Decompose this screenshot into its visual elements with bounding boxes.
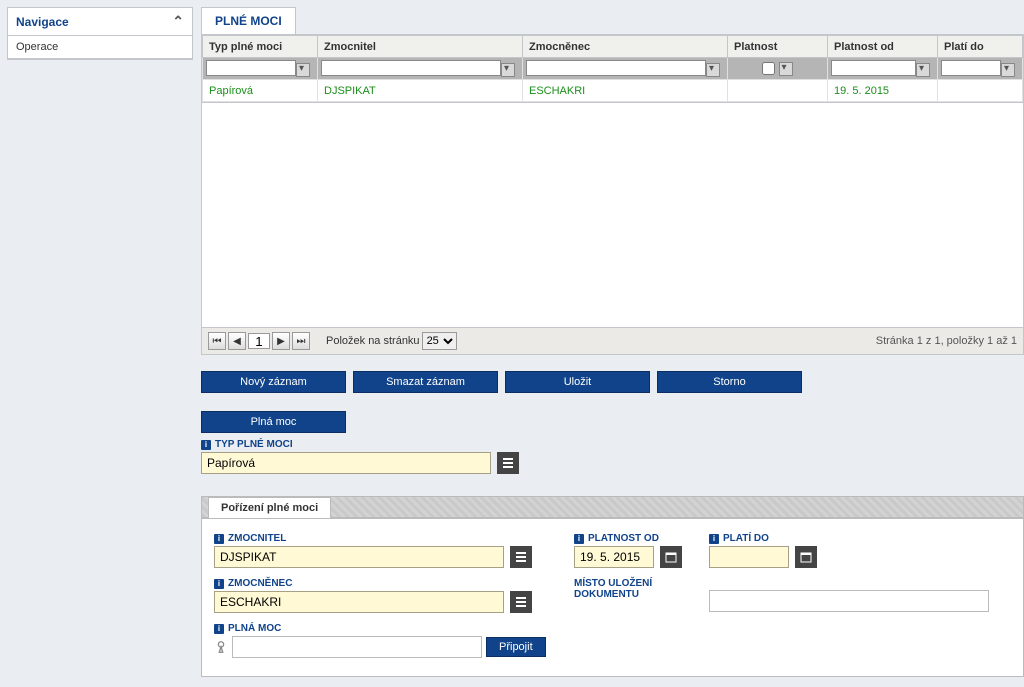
filter-icon[interactable] [501, 63, 515, 77]
data-grid: Typ plné moci Zmocnitel Zmocněnec Platno… [202, 35, 1023, 102]
grid-wrapper: Typ plné moci Zmocnitel Zmocněnec Platno… [201, 34, 1024, 103]
calendar-button[interactable] [795, 546, 817, 568]
col-header-platnost-od[interactable]: Platnost od [828, 36, 938, 58]
filter-input-typ[interactable] [206, 60, 296, 76]
section-header-row: Plná moc [201, 411, 1024, 433]
col-header-plati-do[interactable]: Platí do [938, 36, 1023, 58]
storno-button[interactable]: Storno [657, 371, 802, 393]
grid-empty-area [201, 103, 1024, 328]
grid-filter-row [203, 58, 1023, 80]
cell-zmocnenec: ESCHAKRI [523, 80, 728, 102]
field-label-zmocnitel: i ZMOCNITEL [214, 533, 554, 544]
typ-plne-moci-input[interactable] [201, 452, 491, 474]
ulozit-button[interactable]: Uložit [505, 371, 650, 393]
inner-tab-porizeni[interactable]: Pořízení plné moci [208, 497, 331, 518]
zmocnitel-input[interactable] [214, 546, 504, 568]
filter-input-zmocnitel[interactable] [321, 60, 501, 76]
novy-zaznam-button[interactable]: Nový záznam [201, 371, 346, 393]
plna-moc-section-button[interactable]: Plná moc [201, 411, 346, 433]
sidebar-item-operace[interactable]: Operace [8, 36, 192, 59]
field-label-plati-do: i PLATÍ DO [709, 533, 1011, 544]
chevron-up-icon: ⌃ [172, 13, 184, 30]
field-label-platnost-od: i PLATNOST OD [574, 533, 689, 544]
zmocnenec-input[interactable] [214, 591, 504, 613]
filter-icon[interactable] [296, 63, 310, 77]
field-label-plna-moc: i PLNÁ MOC [214, 623, 554, 634]
list-icon [515, 596, 527, 608]
tab-plne-moci[interactable]: PLNÉ MOCI [201, 7, 296, 34]
tab-label: PLNÉ MOCI [215, 14, 282, 28]
form-col-mid: i PLATNOST OD [574, 533, 689, 658]
col-header-platnost[interactable]: Platnost [728, 36, 828, 58]
form-col-right: i PLATÍ DO [709, 533, 1011, 658]
pager-next-button[interactable]: ▶ [272, 332, 290, 350]
table-row[interactable]: Papírová DJSPIKAT ESCHAKRI 19. 5. 2015 [203, 80, 1023, 102]
pripojit-button[interactable]: Připojit [486, 637, 546, 657]
cell-plati-do [938, 80, 1023, 102]
attachment-icon [214, 640, 228, 654]
filter-checkbox-platnost[interactable] [762, 62, 775, 75]
plati-do-input[interactable] [709, 546, 789, 568]
filter-input-platnost-od[interactable] [831, 60, 916, 76]
pager-prev-button[interactable]: ◀ [228, 332, 246, 350]
field-label-zmocnenec: i ZMOCNĚNEC [214, 578, 554, 589]
list-icon [515, 551, 527, 563]
lookup-button[interactable] [497, 452, 519, 474]
info-icon: i [214, 579, 224, 589]
smazat-zaznam-button[interactable]: Smazat záznam [353, 371, 498, 393]
info-icon: i [709, 534, 719, 544]
pager-per-page-select[interactable]: 25 [422, 332, 457, 350]
filter-icon[interactable] [706, 63, 720, 77]
form-col-left: i ZMOCNITEL [214, 533, 554, 658]
cell-platnost-od: 19. 5. 2015 [828, 80, 938, 102]
pager-last-button[interactable]: ⏭ [292, 332, 310, 350]
calendar-button[interactable] [660, 546, 682, 568]
field-label-typ: i TYP PLNÉ MOCI [201, 439, 1024, 450]
sidebar-header-label: Navigace [16, 15, 69, 29]
pager-per-page-label: Položek na stránku [326, 335, 420, 347]
info-icon: i [201, 440, 211, 450]
pager-page-input[interactable] [248, 333, 270, 349]
field-label-misto: MÍSTO ULOŽENÍ DOKUMENTU [574, 578, 689, 600]
filter-input-plati-do[interactable] [941, 60, 1001, 76]
pager-first-button[interactable]: ⏮ [208, 332, 226, 350]
cell-platnost [728, 80, 828, 102]
filter-icon[interactable] [779, 62, 793, 76]
sidebar: Navigace ⌃ Operace [0, 0, 193, 687]
lookup-button[interactable] [510, 546, 532, 568]
inner-tabstrip: Pořízení plné moci [201, 496, 1024, 518]
field-block-typ: i TYP PLNÉ MOCI [201, 439, 1024, 474]
platnost-od-input[interactable] [574, 546, 654, 568]
col-header-zmocnenec[interactable]: Zmocněnec [523, 36, 728, 58]
info-icon: i [574, 534, 584, 544]
sidebar-header-navigace[interactable]: Navigace ⌃ [8, 8, 192, 36]
list-icon [502, 457, 514, 469]
filter-icon[interactable] [1001, 63, 1015, 77]
action-button-row: Nový záznam Smazat záznam Uložit Storno [201, 371, 1024, 393]
cell-zmocnitel: DJSPIKAT [318, 80, 523, 102]
col-header-typ[interactable]: Typ plné moci [203, 36, 318, 58]
grid-header-row: Typ plné moci Zmocnitel Zmocněnec Platno… [203, 36, 1023, 58]
app-root: Navigace ⌃ Operace PLNÉ MOCI [0, 0, 1024, 687]
filter-icon[interactable] [916, 63, 930, 77]
calendar-icon [800, 551, 812, 563]
inner-panel: i ZMOCNITEL [201, 518, 1024, 677]
main: PLNÉ MOCI Typ plné moci Zmocnitel Zmocně… [193, 0, 1024, 687]
info-icon: i [214, 624, 224, 634]
tab-strip: PLNÉ MOCI [201, 7, 1024, 34]
misto-ulozeni-input[interactable] [709, 590, 989, 612]
filter-input-zmocnenec[interactable] [526, 60, 706, 76]
lookup-button[interactable] [510, 591, 532, 613]
col-header-zmocnitel[interactable]: Zmocnitel [318, 36, 523, 58]
pager-status: Stránka 1 z 1, položky 1 až 1 [876, 335, 1017, 347]
cell-typ: Papírová [203, 80, 318, 102]
sidebar-item-label: Operace [16, 41, 58, 53]
plna-moc-file-input[interactable] [232, 636, 482, 658]
inner-tabs: Pořízení plné moci i ZMOCNITEL [201, 496, 1024, 677]
sidebar-panel: Navigace ⌃ Operace [7, 7, 193, 60]
calendar-icon [665, 551, 677, 563]
pager: ⏮ ◀ ▶ ⏭ Položek na stránku 25 Stránka 1 … [201, 328, 1024, 355]
info-icon: i [214, 534, 224, 544]
